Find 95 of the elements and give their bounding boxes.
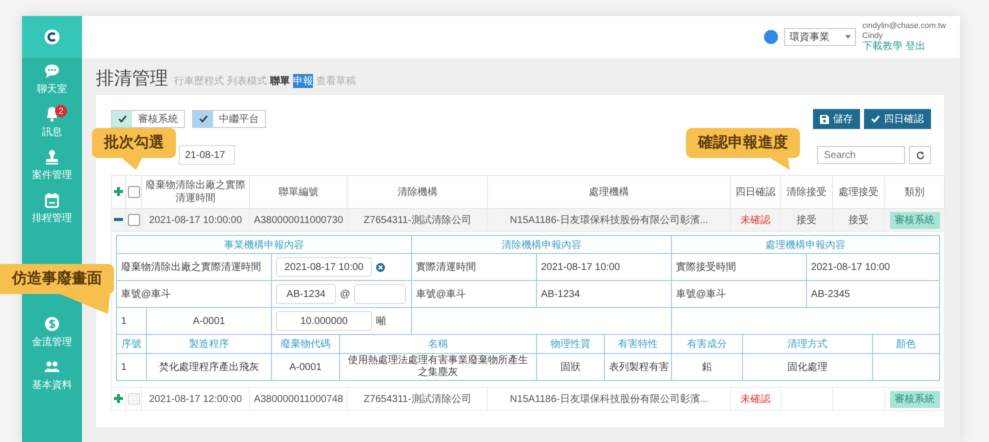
check-icon xyxy=(871,115,880,123)
table-cell: A380000011000730 xyxy=(250,208,348,232)
checkbox[interactable] xyxy=(128,186,140,198)
view-link[interactable]: 申報 xyxy=(293,74,313,88)
sidebar-item[interactable]: 基本資料 xyxy=(22,354,82,397)
sidebar-item[interactable]: 訊息 2 xyxy=(22,101,82,144)
sidebar-item[interactable]: 金流管理 xyxy=(22,311,82,354)
sidebar-item[interactable]: 排程管理 xyxy=(22,187,82,230)
user-name: Cindy xyxy=(862,31,884,40)
callout-pointer xyxy=(770,158,792,170)
input-field[interactable] xyxy=(354,284,406,304)
table-cell: A-0001 xyxy=(146,308,272,334)
column-header: 廢棄物代碼 xyxy=(272,334,340,354)
field-label: 實際清運時間 xyxy=(412,254,536,280)
table-cell: N15A1186-日友環保科技股份有限公司彰濱... xyxy=(488,208,730,232)
column-header: 序號 xyxy=(116,334,146,354)
checkbox[interactable] xyxy=(128,214,140,226)
chat-icon xyxy=(44,63,60,79)
section-header: 處理機構申報內容 xyxy=(672,236,940,254)
table-cell: 1 xyxy=(116,308,146,334)
field-label: 實際接受時間 xyxy=(672,254,807,280)
field-label: 車號@車斗 xyxy=(672,280,807,308)
page-title: 排清管理 xyxy=(96,67,168,90)
input-field[interactable]: AB-1234 xyxy=(276,284,336,304)
table-cell: A-0001 xyxy=(272,354,340,380)
refresh-icon xyxy=(916,150,924,160)
collapse-icon[interactable] xyxy=(114,218,123,222)
column-header: 顏色 xyxy=(872,334,940,354)
calendar-icon xyxy=(44,192,60,208)
column-header: 製造程序 xyxy=(146,334,272,354)
column-header: 物理性質 xyxy=(536,334,604,354)
table-cell: 鉛 xyxy=(672,354,743,380)
field-label: 廢棄物清除出廠之實際清運時間 xyxy=(116,254,272,280)
table-cell: Z7654311-測試清除公司 xyxy=(348,388,488,410)
header-link[interactable]: 下載教學 xyxy=(862,41,902,53)
filter-toggle[interactable]: 中繼平台 xyxy=(192,110,266,128)
table-cell: 1 xyxy=(116,354,146,380)
table-cell: N15A1186-日友環保科技股份有限公司彰濱... xyxy=(488,388,730,410)
company-select[interactable]: 環資事業 xyxy=(784,28,856,46)
field-value: 2021-08-17 10:00 xyxy=(536,254,672,280)
table-cell: 2021-08-17 12:00:00 xyxy=(142,388,250,410)
confirm-button[interactable]: 四日確認 xyxy=(864,109,931,129)
stamp-icon xyxy=(44,149,60,165)
column-header: 名稱 xyxy=(340,334,536,354)
column-header: 有害特性 xyxy=(604,334,672,354)
save-icon xyxy=(820,114,829,124)
column-header: 處理機構 xyxy=(488,176,730,208)
column-header: 有害成分 xyxy=(672,334,743,354)
column-header: 清除機構 xyxy=(348,176,488,208)
table-cell: 固化處理 xyxy=(742,354,873,380)
search-field[interactable]: Search xyxy=(817,146,905,164)
clear-icon[interactable] xyxy=(376,262,385,272)
sidebar-item[interactable]: 聊天室 xyxy=(22,58,82,101)
table-cell: Z7654311-測試清除公司 xyxy=(348,208,488,232)
refresh-button[interactable] xyxy=(909,146,931,164)
field-value: 2021-08-17 10:00 xyxy=(806,254,940,280)
status-text: 未確認 xyxy=(740,215,770,226)
table-cell: 表列製程有害 xyxy=(604,354,672,380)
table-cell: 焚化處理程序產出飛灰 xyxy=(146,354,272,380)
logo[interactable] xyxy=(44,29,60,45)
sidebar-item[interactable]: 案件管理 xyxy=(22,144,82,187)
expand-icon[interactable] xyxy=(114,187,123,196)
notification-badge: 2 xyxy=(55,105,67,117)
users-icon xyxy=(44,359,60,375)
bell-icon xyxy=(44,106,60,122)
view-link[interactable]: 聯單 xyxy=(270,74,290,88)
field-label: 車號@車斗 xyxy=(412,280,536,308)
separator-text: @ xyxy=(340,288,350,300)
save-button[interactable]: 儲存 xyxy=(813,109,860,129)
category-tag: 審核系統 xyxy=(890,212,940,229)
table-cell: A380000011000748 xyxy=(250,388,348,410)
header-link[interactable]: 登出 xyxy=(905,41,926,53)
date-field[interactable]: 21-08-17 xyxy=(179,145,235,165)
section-header: 事業機構申報內容 xyxy=(116,236,412,254)
table-cell: 接受 xyxy=(832,208,884,232)
table-cell: 使用熱處理法處理有害事業廢棄物所產生之集塵灰 xyxy=(340,354,536,380)
section-header: 清除機構申報內容 xyxy=(412,236,672,254)
input-field[interactable]: 2021-08-17 10:00 xyxy=(276,257,372,277)
input-field[interactable]: 10.000000 xyxy=(276,311,372,331)
dollar-icon xyxy=(44,316,60,332)
field-value: AB-2345 xyxy=(806,280,940,308)
field-label: 車號@車斗 xyxy=(116,280,272,308)
callout-pointer xyxy=(122,158,142,170)
column-header: 清理方式 xyxy=(742,334,873,354)
field-value: AB-1234 xyxy=(536,280,672,308)
avatar[interactable] xyxy=(764,30,778,44)
table-cell: 固狀 xyxy=(536,354,604,380)
table-cell: 2021-08-17 10:00:00 xyxy=(142,208,250,232)
status-text: 未確認 xyxy=(740,394,770,405)
category-tag: 審核系統 xyxy=(890,391,940,408)
table-cell: 接受 xyxy=(780,208,832,232)
unit-text: 噸 xyxy=(376,314,386,328)
user-email: cindylin@chase.com.tw xyxy=(862,21,946,31)
filter-toggle[interactable]: 審核系統 xyxy=(111,110,185,128)
callout-pointer xyxy=(60,294,110,314)
